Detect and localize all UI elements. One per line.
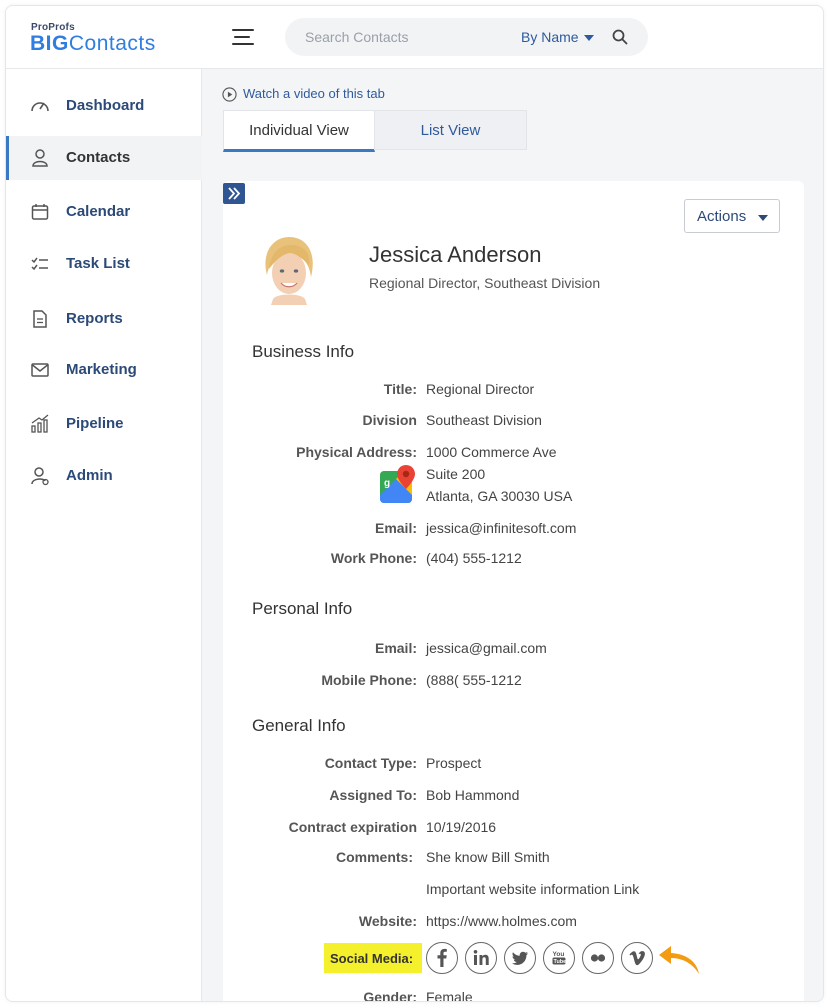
expand-panel-icon[interactable] [223,183,245,204]
business-email-label: Email: [374,520,417,536]
contact-name: Jessica Anderson [369,242,542,267]
highlight-arrow-icon [659,946,699,974]
division-label: Division [362,412,417,428]
comments-label: Comments: [335,849,413,865]
svg-text:g: g [384,478,390,489]
sidebar: Dashboard Contacts Calendar Task List Re… [6,69,204,1001]
sidebar-item-label: Calendar [66,203,131,220]
bar-chart-icon [31,414,49,433]
social-media-label: Social Media: [330,951,414,966]
dashboard-icon [31,102,49,112]
sidebar-item-reports[interactable]: Reports [6,297,201,341]
search-mode-dropdown[interactable]: By Name [521,29,579,45]
view-tabs: Individual View List View [223,110,527,152]
division-value: Southeast Division [426,412,542,428]
svg-text:Tube: Tube [554,959,567,965]
website-label: Website: [358,913,417,929]
sidebar-item-dashboard[interactable]: Dashboard [6,84,201,128]
search-bar[interactable]: Search Contacts By Name [285,18,648,56]
facebook-icon[interactable] [426,942,458,974]
search-input[interactable]: Search Contacts [305,29,409,45]
calendar-icon [31,204,49,220]
contact-card: Actions Jessica Anderson Regional Direct… [223,181,804,1002]
chevron-down-icon [758,215,768,221]
comments-line-1: She know Bill Smith [426,849,550,865]
svg-text:You: You [553,951,565,958]
actions-label: Actions [697,208,747,225]
personal-info-heading: Personal Info [252,599,353,618]
address-line-1: 1000 Commerce Ave [426,444,557,460]
personal-email-value[interactable]: jessica@gmail.com [426,640,547,656]
assigned-to-value: Bob Hammond [426,787,520,803]
watch-video-link[interactable]: Watch a video of this tab [222,86,385,102]
sidebar-item-task-list[interactable]: Task List [6,242,201,286]
contact-subtitle: Regional Director, Southeast Division [369,275,601,291]
address-line-2: Suite 200 [426,466,486,482]
sidebar-item-label: Admin [66,467,113,484]
vimeo-icon[interactable] [621,942,653,974]
top-header: ProProfs BIGContacts Search Contacts By … [6,6,823,69]
linkedin-icon[interactable] [465,942,497,974]
gender-value: Female [426,989,473,1002]
sidebar-item-label: Contacts [66,149,131,166]
twitter-icon[interactable] [504,942,536,974]
mobile-phone-value: (888( 555-1212 [426,672,522,688]
user-icon [32,149,48,167]
website-value[interactable]: https://www.holmes.com [426,913,577,929]
sidebar-item-label: Dashboard [66,97,145,114]
main-content: Watch a video of this tab Individual Vie… [202,69,823,1001]
work-phone-value: (404) 555-1212 [426,550,522,566]
logo-big-bold: BIG [30,32,69,55]
watch-video-label: Watch a video of this tab [243,86,385,101]
sidebar-item-calendar[interactable]: Calendar [6,190,201,234]
sidebar-item-contacts[interactable]: Contacts [6,136,204,180]
general-info-heading: General Info [252,716,346,735]
checklist-icon [31,257,48,271]
play-circle-icon [222,87,237,102]
google-maps-icon[interactable]: g [379,465,417,505]
business-email-value[interactable]: jessica@infinitesoft.com [426,520,576,536]
envelope-icon [31,363,49,377]
comments-line-2: Important website information Link [426,881,640,897]
document-icon [33,310,47,328]
title-label: Title: [383,381,417,397]
logo-wordmark: BIGContacts [30,33,156,55]
actions-dropdown[interactable]: Actions [684,199,780,233]
chevron-down-icon[interactable] [584,35,594,41]
search-icon[interactable] [612,29,628,45]
youtube-icon[interactable]: You Tube [543,942,575,974]
business-info-heading: Business Info [252,342,355,361]
app-window: ProProfs BIGContacts Search Contacts By … [5,5,824,1002]
hamburger-menu-icon[interactable] [232,29,254,45]
contract-expiration-value: 10/19/2016 [426,819,497,835]
admin-user-icon [31,467,49,486]
logo-big-rest: Contacts [68,32,156,55]
sidebar-item-label: Pipeline [66,415,124,432]
title-value: Regional Director [426,381,535,397]
mobile-phone-label: Mobile Phone: [321,672,417,688]
sidebar-item-pipeline[interactable]: Pipeline [6,402,201,446]
sidebar-item-admin[interactable]: Admin [6,454,201,498]
contract-expiration-label: Contract expiration [288,819,417,835]
logo[interactable]: ProProfs BIGContacts [30,22,200,56]
sidebar-item-label: Reports [66,310,123,327]
flickr-icon[interactable] [582,942,614,974]
work-phone-label: Work Phone: [330,550,417,566]
social-media-label-highlight: Social Media: [324,943,422,973]
sidebar-item-label: Marketing [66,361,137,378]
avatar [255,233,323,305]
sidebar-item-marketing[interactable]: Marketing [6,348,201,392]
contact-type-label: Contact Type: [324,755,417,771]
sidebar-item-label: Task List [66,255,130,272]
address-label: Physical Address: [296,444,417,460]
address-line-3: Atlanta, GA 30030 USA [426,488,573,504]
assigned-to-label: Assigned To: [329,787,417,803]
contact-type-value: Prospect [426,755,482,771]
tab-list-view[interactable]: List View [374,110,527,150]
personal-email-label: Email: [374,640,417,656]
gender-label: Gender: [363,989,417,1002]
tab-individual-view[interactable]: Individual View [223,110,375,152]
